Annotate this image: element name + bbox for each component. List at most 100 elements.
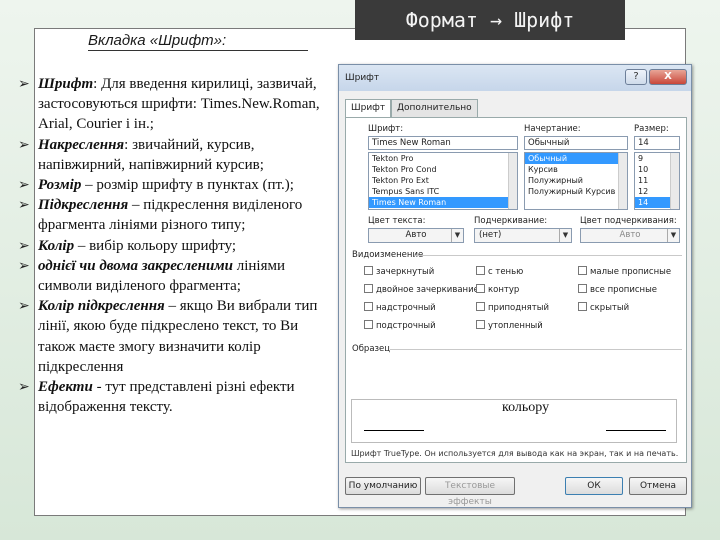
bullet-term: Колір [38, 237, 75, 254]
shadow-checkbox[interactable]: с тенью [476, 266, 523, 277]
font-style-list[interactable]: Обычный Курсив Полужирный Полужирный Кур… [524, 152, 628, 210]
bullet-separator: – [81, 177, 97, 194]
bullet-separator: – [128, 197, 144, 214]
chevron-down-icon[interactable]: ▼ [667, 229, 679, 242]
arrow-bullet-icon: ➢ [18, 257, 30, 274]
list-item[interactable]: Tekton Pro Ext [369, 175, 517, 186]
underline-value: (нет) [479, 230, 502, 240]
size-label: Размер: [634, 124, 669, 134]
chevron-down-icon[interactable]: ▼ [451, 229, 463, 242]
bullet-item: ➢ Колір підкреслення – якщо Ви вибрали ти… [18, 296, 338, 377]
checkbox-icon[interactable] [476, 284, 485, 293]
bullet-separator: : [124, 136, 133, 153]
truetype-note: Шрифт TrueType. Он используется для выво… [351, 449, 679, 458]
tab-advanced[interactable]: Дополнительно [391, 99, 478, 117]
chevron-down-icon[interactable]: ▼ [559, 229, 571, 242]
checkbox-label: все прописные [590, 285, 658, 295]
checkbox-icon[interactable] [578, 284, 587, 293]
default-button[interactable]: По умолчанию [345, 477, 421, 495]
list-item[interactable]: Полужирный [525, 175, 627, 186]
font-style-input[interactable]: Обычный [524, 136, 628, 150]
checkbox-icon[interactable] [476, 320, 485, 329]
bullet-term: Підкреслення [38, 197, 129, 214]
slide-subtitle: Вкладка «Шрифт»: [88, 32, 308, 51]
checkbox-label: утопленный [488, 321, 543, 331]
font-list-scrollbar[interactable] [508, 153, 517, 209]
list-item-selected[interactable]: Обычный [525, 153, 627, 164]
list-item[interactable]: Tekton Pro [369, 153, 517, 164]
arrow-bullet-icon: ➢ [18, 298, 30, 315]
bullet-term: Ефекти [38, 379, 93, 396]
checkbox-icon[interactable] [578, 266, 587, 275]
bullet-item: ➢ Підкреслення – підкреслення виділеного … [18, 195, 338, 235]
checkbox-icon[interactable] [364, 284, 373, 293]
preview-group-divider [390, 349, 682, 350]
engrave-checkbox[interactable]: утопленный [476, 320, 543, 331]
superscript-checkbox[interactable]: надстрочный [364, 302, 436, 313]
checkbox-label: двойное зачеркивание [376, 285, 479, 295]
font-size-input[interactable]: 14 [634, 136, 680, 150]
checkbox-icon[interactable] [364, 302, 373, 311]
bullet-term: Колір підкреслення [38, 298, 165, 315]
small-caps-checkbox[interactable]: малые прописные [578, 266, 671, 277]
underline-color-combo[interactable]: Авто ▼ [580, 228, 680, 243]
checkbox-label: надстрочный [376, 303, 436, 313]
list-item[interactable]: Tekton Pro Cond [369, 164, 517, 175]
underline-label: Подчеркивание: [474, 216, 548, 226]
preview-text: кольору [502, 400, 550, 415]
bullet-item: ➢ Розмір – розмір шрифту в пунктах (пт.); [18, 175, 338, 195]
text-color-combo[interactable]: Авто ▼ [368, 228, 464, 243]
underline-combo[interactable]: (нет) ▼ [474, 228, 572, 243]
text-color-value: Авто [405, 230, 427, 240]
tab-font[interactable]: Шрифт [345, 99, 392, 118]
slide-title: Формат → Шрифт [355, 0, 625, 40]
size-list-scrollbar[interactable] [670, 153, 679, 209]
text-effects-button[interactable]: Текстовые эффекты [425, 477, 515, 507]
all-caps-checkbox[interactable]: все прописные [578, 284, 657, 295]
list-item[interactable]: Курсив [525, 164, 627, 175]
list-item[interactable]: Полужирный Курсив [525, 186, 627, 197]
list-item-selected[interactable]: Times New Roman [369, 197, 517, 208]
bullet-list: ➢ Шрифт: Для введення кирилиці, зазвичай,… [18, 74, 338, 417]
font-name-input[interactable]: Times New Roman [368, 136, 518, 150]
list-item[interactable]: Tempus Sans ITC [369, 186, 517, 197]
checkbox-label: приподнятый [488, 303, 549, 313]
bullet-term: Шрифт [38, 76, 94, 92]
hidden-checkbox[interactable]: скрытый [578, 302, 629, 313]
bullet-separator: – [164, 298, 180, 315]
checkbox-label: контур [488, 285, 520, 295]
emboss-checkbox[interactable]: приподнятый [476, 302, 549, 313]
text-color-label: Цвет текста: [368, 216, 426, 226]
checkbox-icon[interactable] [578, 302, 587, 311]
font-size-list[interactable]: 9 10 11 12 14 [634, 152, 680, 210]
strikethrough-checkbox[interactable]: зачеркнутый [364, 266, 434, 277]
arrow-bullet-icon: ➢ [18, 379, 30, 396]
arrow-bullet-icon: ➢ [18, 136, 30, 153]
checkbox-icon[interactable] [476, 302, 485, 311]
arrow-bullet-icon: ➢ [18, 177, 30, 194]
help-button[interactable]: ? [625, 69, 647, 85]
style-list-scrollbar[interactable] [618, 153, 627, 209]
cancel-button[interactable]: Отмена [629, 477, 687, 495]
dialog-titlebar: Шрифт ? X [339, 65, 691, 91]
ok-button[interactable]: ОК [565, 477, 623, 495]
underline-color-label: Цвет подчеркивания: [580, 216, 677, 226]
preview-line-right [606, 430, 666, 431]
checkbox-icon[interactable] [364, 320, 373, 329]
preview-group-label: Образец [352, 344, 391, 354]
font-preview: кольору [351, 399, 677, 443]
effects-group-divider [414, 255, 682, 256]
bullet-term: Накреслення [38, 136, 125, 153]
checkbox-icon[interactable] [364, 266, 373, 275]
font-name-list[interactable]: Tekton Pro Tekton Pro Cond Tekton Pro Ex… [368, 152, 518, 210]
font-label: Шрифт: [368, 124, 404, 134]
checkbox-icon[interactable] [476, 266, 485, 275]
close-button[interactable]: X [649, 69, 687, 85]
outline-checkbox[interactable]: контур [476, 284, 519, 295]
bullet-text: розмір шрифту в пунктах (пт.); [96, 177, 294, 194]
double-strikethrough-checkbox[interactable]: двойное зачеркивание [364, 284, 479, 295]
checkbox-label: подстрочный [376, 321, 436, 331]
arrow-bullet-icon: ➢ [18, 237, 30, 254]
underline-color-value: Авто [619, 230, 641, 240]
subscript-checkbox[interactable]: подстрочный [364, 320, 436, 331]
